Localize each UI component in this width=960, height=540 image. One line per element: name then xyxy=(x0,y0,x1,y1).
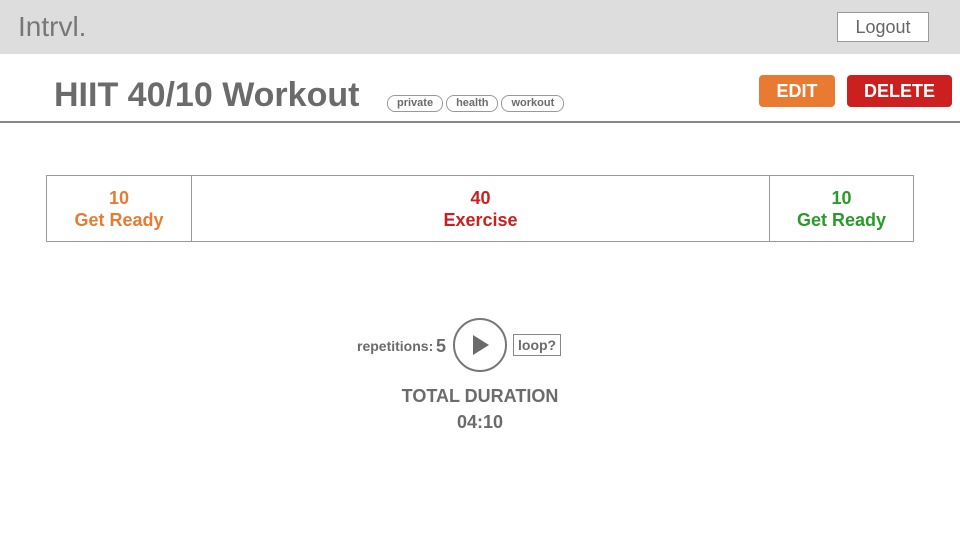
tag-health[interactable]: health xyxy=(446,95,499,112)
page-title: HIIT 40/10 Workout xyxy=(54,76,360,114)
total-duration-value: 04:10 xyxy=(456,412,504,432)
interval-segment-exercise[interactable]: 40 Exercise xyxy=(192,176,770,241)
logout-button[interactable]: Logout xyxy=(837,12,929,42)
play-icon xyxy=(473,335,489,355)
workout-header: HIIT 40/10 Workout private health workou… xyxy=(0,54,960,123)
tag-private[interactable]: private xyxy=(387,95,444,112)
interval-seconds: 40 xyxy=(470,187,491,208)
tag-workout[interactable]: workout xyxy=(501,95,565,112)
edit-button[interactable]: EDIT xyxy=(759,75,835,107)
repetitions-value[interactable]: 5 xyxy=(436,336,446,357)
interval-seconds: 10 xyxy=(108,187,130,208)
tag-list: private health workout xyxy=(387,95,565,112)
total-duration-label: TOTAL DURATION xyxy=(401,386,559,406)
interval-timeline: 10 Get Ready 40 Exercise 10 Get Ready xyxy=(46,175,914,242)
top-bar: Intrvl. Logout xyxy=(0,0,960,54)
playback-controls: repetitions: 5 loop? xyxy=(0,318,960,372)
play-button[interactable] xyxy=(453,318,507,372)
interval-segment-get-ready[interactable]: 10 Get Ready xyxy=(47,176,192,241)
interval-label: Get Ready xyxy=(796,209,887,230)
interval-segment-get-ready-2[interactable]: 10 Get Ready xyxy=(770,176,913,241)
interval-label: Exercise xyxy=(443,209,518,230)
app-logo[interactable]: Intrvl. xyxy=(18,11,86,43)
repetitions-label: repetitions: xyxy=(357,338,434,354)
interval-seconds: 10 xyxy=(831,187,852,208)
interval-label: Get Ready xyxy=(74,209,164,230)
loop-toggle[interactable]: loop? xyxy=(513,334,562,356)
delete-button[interactable]: DELETE xyxy=(847,75,952,107)
